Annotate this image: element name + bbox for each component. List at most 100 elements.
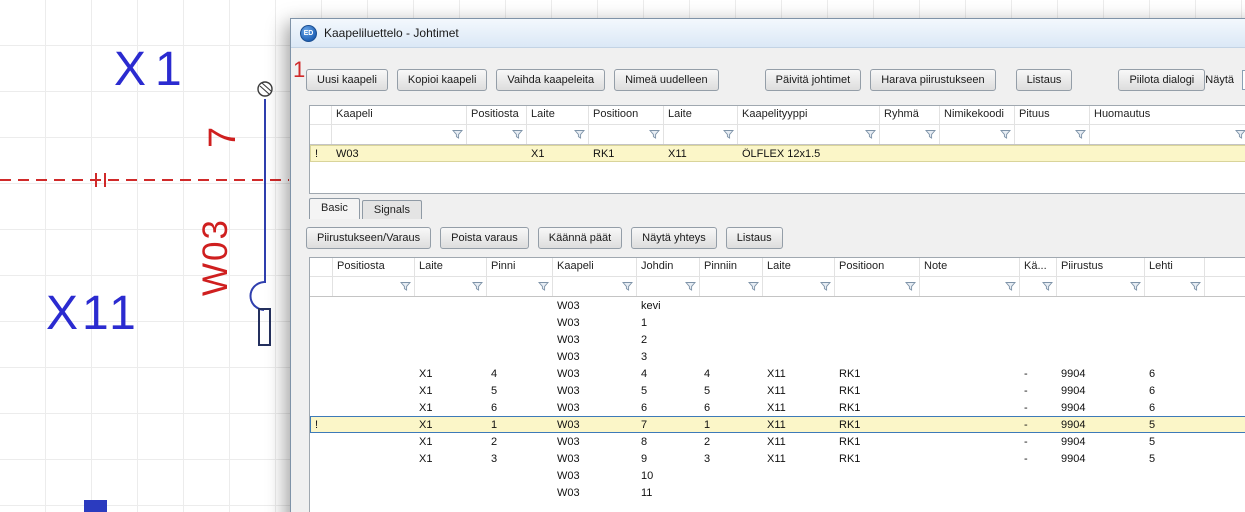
- wire-table-filter-laite[interactable]: [763, 277, 835, 296]
- wire-table-filter-johdin[interactable]: [637, 277, 700, 296]
- wire-table-row-4[interactable]: X14W0344X11RK1-99046: [310, 365, 1245, 382]
- tab-toolbar-piirustukseen-varaus-button[interactable]: Piirustukseen/Varaus: [306, 227, 431, 249]
- toolbar-top-piilota-dialogi-button[interactable]: Piilota dialogi: [1118, 69, 1205, 91]
- wire-table-column-header-johdin[interactable]: Johdin: [637, 258, 700, 276]
- filter-funnel-icon: [472, 281, 483, 292]
- wire-table-column-header-pinni[interactable]: Pinni: [487, 258, 553, 276]
- wire-table-cell-johdin: 1: [637, 317, 700, 329]
- wire-table-row-9[interactable]: X13W0393X11RK1-99045: [310, 450, 1245, 467]
- cable-table-column-header-laite[interactable]: Laite: [527, 106, 589, 124]
- wire-table-row-10[interactable]: W0310: [310, 467, 1245, 484]
- tab-toolbar-k-nn-p-t-button[interactable]: Käännä päät: [538, 227, 622, 249]
- wire-table-cell-pinni: 2: [487, 436, 553, 448]
- wire-table-filter-note[interactable]: [920, 277, 1020, 296]
- cable-table-column-header-kaapeli[interactable]: Kaapeli: [332, 106, 467, 124]
- toolbar-top-vaihda-kaapeleita-button[interactable]: Vaihda kaapeleita: [496, 69, 605, 91]
- wire-table-row-7[interactable]: !X11W0371X11RK1-99045: [310, 416, 1245, 433]
- wire-table-filter-pinni[interactable]: [487, 277, 553, 296]
- cable-table-filter-positiosta[interactable]: [467, 125, 527, 144]
- cad-filled-rectangle: [84, 500, 107, 512]
- wire-table-filter-positiosta[interactable]: [333, 277, 415, 296]
- wire-table-column-header-pinniin[interactable]: Pinniin: [700, 258, 763, 276]
- filter-funnel-icon: [400, 281, 411, 292]
- wire-table-filter-kaapeli[interactable]: [553, 277, 637, 296]
- toolbar-top-kopioi-kaapeli-button[interactable]: Kopioi kaapeli: [397, 69, 488, 91]
- wire-table-cell-positioon: RK1: [835, 385, 920, 397]
- cable-table-column-header-ryhm[interactable]: Ryhmä: [880, 106, 940, 124]
- cable-table-filter-positioon[interactable]: [589, 125, 664, 144]
- cable-table-filter-kaapeli[interactable]: [332, 125, 467, 144]
- cable-table-filter-kaapelityyppi[interactable]: [738, 125, 880, 144]
- wire-table-column-header-k[interactable]: Kä...: [1020, 258, 1057, 276]
- tab-signals[interactable]: Signals: [362, 200, 422, 219]
- cable-table-filter-laite[interactable]: [527, 125, 589, 144]
- wire-table-flag-column-header: [310, 258, 333, 276]
- filter-funnel-icon: [1000, 129, 1011, 140]
- window-titlebar[interactable]: ED Kaapeliluettelo - Johtimet: [291, 19, 1245, 48]
- cable-table-column-header-pituus[interactable]: Pituus: [1015, 106, 1090, 124]
- wire-table-filter-piirustus[interactable]: [1057, 277, 1145, 296]
- wire-table-cell-kaapeli: W03: [553, 351, 637, 363]
- wire-table-row-5[interactable]: X15W0355X11RK1-99046: [310, 382, 1245, 399]
- cad-stray-digit: 1: [293, 59, 305, 81]
- wire-table-row-2[interactable]: W032: [310, 331, 1245, 348]
- tab-toolbar-n-yt-yhteys-button[interactable]: Näytä yhteys: [631, 227, 717, 249]
- toolbar-top-p-ivit-johtimet-button[interactable]: Päivitä johtimet: [765, 69, 862, 91]
- wire-table-row-8[interactable]: X12W0382X11RK1-99045: [310, 433, 1245, 450]
- cable-table-filter-huomautus[interactable]: [1090, 125, 1245, 144]
- tab-toolbar-listaus-button[interactable]: Listaus: [726, 227, 783, 249]
- show-group: Näytä: [1205, 70, 1245, 90]
- wire-table-row-6[interactable]: X16W0366X11RK1-99046: [310, 399, 1245, 416]
- cable-table-body: !W03X1RK1X11ÖLFLEX 12x1.5: [310, 145, 1245, 162]
- wire-table-filter-lehti[interactable]: [1145, 277, 1205, 296]
- wire-table-body: W03keviW031W032W033X14W0344X11RK1-99046X…: [310, 297, 1245, 501]
- toolbar-top-harava-piirustukseen-button[interactable]: Harava piirustukseen: [870, 69, 995, 91]
- filter-funnel-icon: [1130, 281, 1141, 292]
- wire-table-filter-row: [310, 277, 1245, 297]
- toolbar-top-nime-uudelleen-button[interactable]: Nimeä uudelleen: [614, 69, 719, 91]
- wire-table-filter-k[interactable]: [1020, 277, 1057, 296]
- wire-table-column-header-lehti[interactable]: Lehti: [1145, 258, 1205, 276]
- wire-table-filter-laite[interactable]: [415, 277, 487, 296]
- toolbar-top-uusi-kaapeli-button[interactable]: Uusi kaapeli: [306, 69, 388, 91]
- tab-basic[interactable]: Basic: [309, 198, 360, 219]
- cable-table-cell-laite: X11: [664, 148, 738, 160]
- cable-table-column-header-huomautus[interactable]: Huomautus: [1090, 106, 1245, 124]
- cable-table-filter-ryhm[interactable]: [880, 125, 940, 144]
- wire-table-row-1[interactable]: W031: [310, 314, 1245, 331]
- wire-table-cell-johdin: 6: [637, 402, 700, 414]
- cable-table-row-0[interactable]: !W03X1RK1X11ÖLFLEX 12x1.5: [310, 145, 1245, 162]
- wire-table-row-11[interactable]: W0311: [310, 484, 1245, 501]
- filter-funnel-icon: [865, 129, 876, 140]
- wire-table-row-flag: !: [310, 419, 333, 431]
- wire-table-column-header-note[interactable]: Note: [920, 258, 1020, 276]
- wire-table-cell-johdin: 7: [637, 419, 700, 431]
- wire-table-column-header-kaapeli[interactable]: Kaapeli: [553, 258, 637, 276]
- wire-table-column-header-laite[interactable]: Laite: [415, 258, 487, 276]
- wire-table-column-header-laite[interactable]: Laite: [763, 258, 835, 276]
- cable-table-column-header-kaapelityyppi[interactable]: Kaapelityyppi: [738, 106, 880, 124]
- toolbar-top-listaus-button[interactable]: Listaus: [1016, 69, 1073, 91]
- cable-table-filter-pituus[interactable]: [1015, 125, 1090, 144]
- filter-funnel-icon: [1190, 281, 1201, 292]
- cable-table-filter-laite[interactable]: [664, 125, 738, 144]
- cable-table-column-header-positioon[interactable]: Positioon: [589, 106, 664, 124]
- wire-table-cell-laite: X1: [415, 436, 487, 448]
- cable-table-column-header-nimikekoodi[interactable]: Nimikekoodi: [940, 106, 1015, 124]
- wire-table-row-0[interactable]: W03kevi: [310, 297, 1245, 314]
- wire-table-column-header-positiosta[interactable]: Positiosta: [333, 258, 415, 276]
- cable-table-column-header-positiosta[interactable]: Positiosta: [467, 106, 527, 124]
- cable-table-column-header-laite[interactable]: Laite: [664, 106, 738, 124]
- wire-table-cell-laite: X11: [763, 419, 835, 431]
- wire-table-filter-positioon[interactable]: [835, 277, 920, 296]
- filter-funnel-icon: [905, 281, 916, 292]
- wire-table-filter-pinniin[interactable]: [700, 277, 763, 296]
- tab-toolbar-poista-varaus-button[interactable]: Poista varaus: [440, 227, 529, 249]
- wire-table-cell-laite: X11: [763, 436, 835, 448]
- cable-table-filter-nimikekoodi[interactable]: [940, 125, 1015, 144]
- wire-table-row-3[interactable]: W033: [310, 348, 1245, 365]
- cad-wire-line: [264, 99, 266, 283]
- wire-table-column-header-positioon[interactable]: Positioon: [835, 258, 920, 276]
- wire-table-column-header-piirustus[interactable]: Piirustus: [1057, 258, 1145, 276]
- wire-table-cell-kaapeli: W03: [553, 402, 637, 414]
